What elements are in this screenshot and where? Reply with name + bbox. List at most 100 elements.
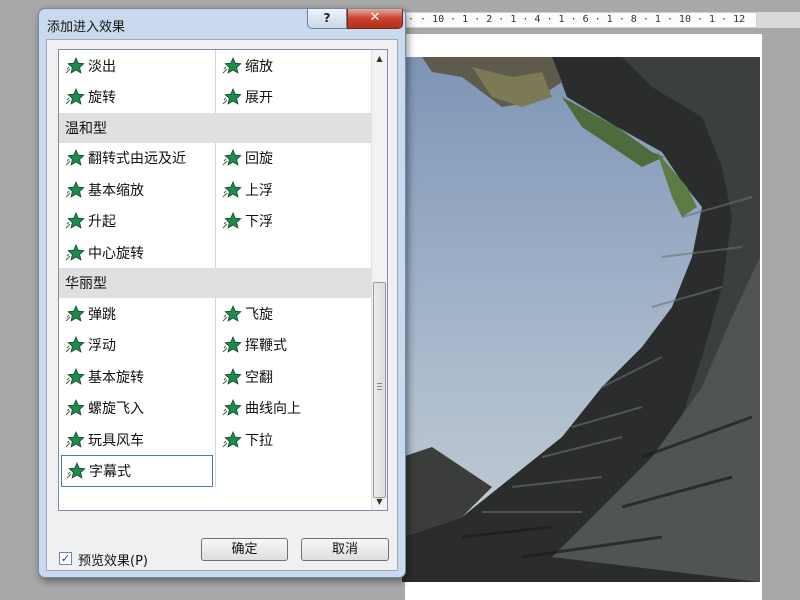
effect-item[interactable]: 缩放 (216, 50, 373, 81)
thumb-grip (377, 383, 382, 392)
effect-item[interactable]: 下浮 (216, 206, 373, 237)
green-star-icon (65, 399, 85, 417)
effect-column-right: 飞旋挥鞭式空翻曲线向上下拉 (216, 298, 373, 486)
effect-grid: 翻转式由远及近 基本缩放 升起 中心旋转 回旋 上浮 下浮 (59, 142, 373, 269)
preview-effect-checkbox[interactable]: ✓ (59, 552, 72, 565)
effect-item-label: 曲线向上 (245, 401, 301, 418)
effect-item-label: 缩放 (245, 58, 273, 75)
effect-grid: 弹跳 浮动 基本旋转 螺旋飞入 玩具风车 字幕式 飞旋 挥鞭式 空翻 曲线向上 下拉 (59, 298, 373, 487)
scroll-down-button[interactable]: ▼ (372, 493, 387, 510)
effect-item-label: 回旋 (245, 151, 273, 168)
green-star-icon (65, 88, 85, 106)
effect-item-label: 玩具风车 (88, 432, 144, 449)
effect-list-content: 淡出 旋转 缩放 展开 温和型 翻转式由远及近 基本缩放 升起 中心旋转 回旋 上浮 下浮 华丽型 弹跳浮… (59, 50, 373, 487)
effect-item[interactable]: 弹跳 (59, 298, 215, 329)
empty-cell (216, 237, 373, 268)
green-star-icon (222, 367, 242, 386)
ok-button[interactable]: 确定 (201, 538, 288, 561)
green-star-icon (65, 243, 85, 262)
effect-item[interactable]: 基本缩放 (59, 174, 215, 205)
empty-cell (216, 455, 373, 486)
effect-item[interactable]: 螺旋飞入 (59, 393, 215, 424)
effect-list[interactable]: 淡出 旋转 缩放 展开 温和型 翻转式由远及近 基本缩放 升起 中心旋转 回旋 上浮 下浮 华丽型 弹跳浮… (58, 49, 388, 511)
scroll-up-button[interactable]: ▲ (372, 50, 387, 67)
effect-item-label: 空翻 (245, 369, 273, 386)
effect-item-label: 字幕式 (89, 463, 131, 480)
green-star-icon (222, 305, 242, 323)
effect-item-label: 中心旋转 (88, 245, 144, 262)
slide-photo[interactable] (402, 57, 760, 582)
green-star-icon (65, 305, 85, 323)
effect-item-label: 旋转 (88, 90, 116, 107)
green-star-icon (222, 56, 242, 75)
effect-item[interactable]: 飞旋 (216, 298, 373, 329)
green-star-icon (65, 149, 85, 167)
effect-item[interactable]: 玩具风车 (59, 424, 215, 455)
effect-item[interactable]: 挥鞭式 (216, 330, 373, 361)
category-header: 温和型 (59, 112, 373, 143)
dialog-title: 添加进入效果 (47, 20, 126, 35)
effect-item-label: 基本旋转 (88, 369, 144, 386)
green-star-icon (222, 88, 242, 106)
ruler-end (757, 12, 800, 28)
scroll-thumb[interactable] (373, 282, 386, 498)
effect-item-label: 挥鞭式 (245, 338, 287, 355)
green-star-icon (65, 212, 85, 230)
effect-item-label: 浮动 (88, 338, 116, 355)
green-star-icon (65, 336, 85, 354)
effect-column-left: 翻转式由远及近 基本缩放升起中心旋转 (59, 142, 216, 269)
effect-item[interactable]: 展开 (216, 81, 373, 112)
effect-item-label: 下浮 (245, 214, 273, 231)
green-star-icon (65, 56, 85, 75)
effect-item-label: 翻转式由远及近 (88, 151, 186, 168)
effect-item[interactable]: 下拉 (216, 424, 373, 455)
effect-grid: 淡出 旋转 缩放 展开 (59, 50, 373, 113)
effect-item-label: 上浮 (245, 182, 273, 199)
effect-item[interactable]: 回旋 (216, 143, 373, 174)
effect-item-label: 淡出 (88, 58, 116, 75)
effect-item[interactable]: 淡出 (59, 50, 215, 81)
effect-column-left: 淡出 旋转 (59, 50, 216, 113)
effect-item-label: 飞旋 (245, 307, 273, 324)
green-star-icon (65, 180, 85, 199)
green-star-icon (222, 430, 242, 449)
effect-item[interactable]: 旋转 (59, 81, 215, 112)
effect-item[interactable]: 字幕式 (61, 455, 213, 487)
green-star-icon (222, 399, 242, 417)
list-scrollbar[interactable]: ▲ ▼ (371, 50, 387, 510)
effect-item[interactable]: 空翻 (216, 361, 373, 392)
effect-item-label: 升起 (88, 214, 116, 231)
effect-item-label: 下拉 (245, 432, 273, 449)
close-button[interactable]: ✕ (347, 9, 403, 29)
effect-column-left: 弹跳浮动基本旋转螺旋飞入玩具风车字幕式 (59, 298, 216, 487)
effect-item-label: 弹跳 (88, 307, 116, 324)
green-star-icon (222, 336, 242, 354)
add-entrance-effect-dialog: 添加进入效果 ? ✕ 淡出 旋转 缩放 展开 温和型 翻转式由远及近 基本缩放 升起 中心旋转回… (38, 8, 406, 578)
effect-item[interactable]: 曲线向上 (216, 393, 373, 424)
effect-item-label: 基本缩放 (88, 182, 144, 199)
effect-item-label: 展开 (245, 90, 273, 107)
preview-effect-label[interactable]: 预览效果(P) (78, 550, 148, 569)
green-star-icon (222, 180, 242, 199)
effect-item[interactable]: 中心旋转 (59, 237, 215, 268)
green-star-icon (66, 461, 86, 480)
effect-column-right: 缩放 展开 (216, 50, 373, 113)
horizontal-ruler: · · 10 · 1 · 2 · 1 · 4 · 1 · 6 · 1 · 8 ·… (405, 12, 757, 28)
effect-column-right: 回旋 上浮 下浮 (216, 143, 373, 269)
green-star-icon (65, 430, 85, 449)
dialog-content: 淡出 旋转 缩放 展开 温和型 翻转式由远及近 基本缩放 升起 中心旋转 回旋 上浮 下浮 华丽型 弹跳浮… (46, 39, 398, 571)
effect-item[interactable]: 升起 (59, 206, 215, 237)
green-star-icon (65, 367, 85, 386)
effect-item[interactable]: 翻转式由远及近 (59, 143, 215, 174)
green-star-icon (222, 212, 242, 230)
cancel-button[interactable]: 取消 (301, 538, 389, 561)
help-button[interactable]: ? (307, 9, 347, 29)
effect-item[interactable]: 基本旋转 (59, 361, 215, 392)
photo-image (402, 57, 760, 582)
effect-item[interactable]: 上浮 (216, 174, 373, 205)
green-star-icon (222, 149, 242, 167)
dialog-titlebar[interactable]: 添加进入效果 ? ✕ (39, 9, 405, 39)
effect-item-label: 螺旋飞入 (88, 401, 144, 418)
effect-item[interactable]: 浮动 (59, 330, 215, 361)
category-header: 华丽型 (59, 268, 373, 299)
